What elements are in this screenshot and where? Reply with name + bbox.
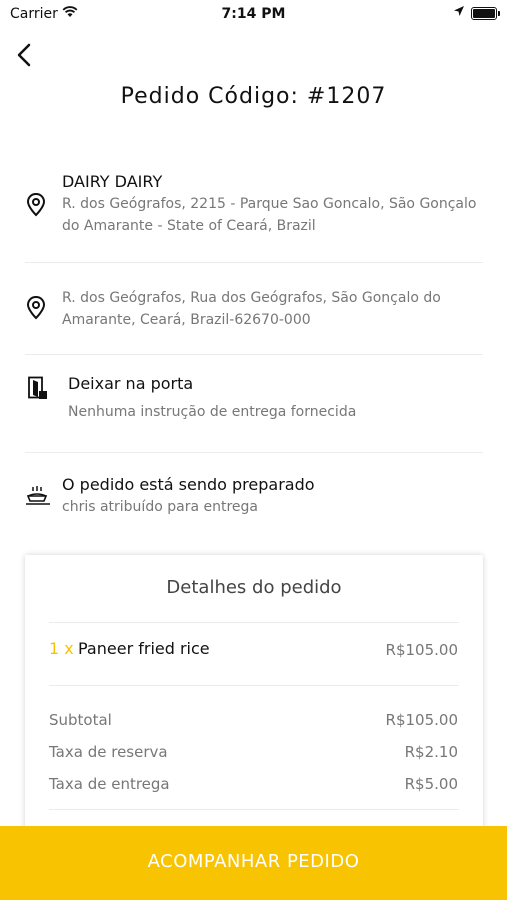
delivery-address-section: R. dos Geógrafos, Rua dos Geógrafos, São… xyxy=(25,287,483,337)
order-details-title: Detalhes do pedido xyxy=(166,577,342,598)
delivery-fee-value: R$5.00 xyxy=(404,775,458,793)
delivery-instructions-section: Deixar na porta Nenhuma instrução de ent… xyxy=(25,374,483,434)
status-bar: Carrier 7:14 PM xyxy=(0,0,507,28)
back-button[interactable] xyxy=(12,40,40,70)
page-title: Pedido Código: #1207 xyxy=(120,84,387,109)
divider xyxy=(49,685,459,686)
track-order-button[interactable]: ACOMPANHAR PEDIDO xyxy=(0,826,507,900)
location-arrow-icon xyxy=(453,5,465,21)
subtotal-value: R$105.00 xyxy=(385,711,458,729)
restaurant-name: DAIRY DAIRY xyxy=(62,172,163,191)
order-status-section: O pedido está sendo preparado chris atri… xyxy=(25,475,483,525)
delivery-fee-label: Taxa de entrega xyxy=(49,775,170,793)
reservation-fee-value: R$2.10 xyxy=(404,743,458,761)
order-status-subtitle: chris atribuído para entrega xyxy=(62,499,258,515)
item-quantity: 1 x xyxy=(49,639,74,658)
delivery-address: R. dos Geógrafos, Rua dos Geógrafos, São… xyxy=(62,290,441,328)
reservation-fee-label: Taxa de reserva xyxy=(49,743,168,761)
item-name: Paneer fried rice xyxy=(78,639,210,658)
divider xyxy=(49,809,459,810)
status-right xyxy=(453,5,500,21)
location-pin-icon xyxy=(25,192,47,222)
divider xyxy=(25,452,483,453)
door-icon xyxy=(27,376,49,406)
restaurant-section: DAIRY DAIRY R. dos Geógrafos, 2215 - Par… xyxy=(25,172,483,242)
instructions-title: Deixar na porta xyxy=(68,374,194,393)
location-pin-icon xyxy=(25,295,47,325)
subtotal-label: Subtotal xyxy=(49,711,112,729)
restaurant-address: R. dos Geógrafos, 2215 - Parque Sao Gonc… xyxy=(62,196,477,234)
status-time: 7:14 PM xyxy=(221,6,286,22)
item-price: R$105.00 xyxy=(385,641,458,659)
divider xyxy=(25,262,483,263)
divider xyxy=(25,354,483,355)
cooking-pot-icon xyxy=(25,485,51,513)
chevron-left-icon xyxy=(17,43,31,67)
divider xyxy=(49,622,459,623)
order-status-title: O pedido está sendo preparado xyxy=(62,475,315,494)
battery-icon xyxy=(471,6,500,20)
instructions-subtitle: Nenhuma instrução de entrega fornecida xyxy=(68,404,357,420)
